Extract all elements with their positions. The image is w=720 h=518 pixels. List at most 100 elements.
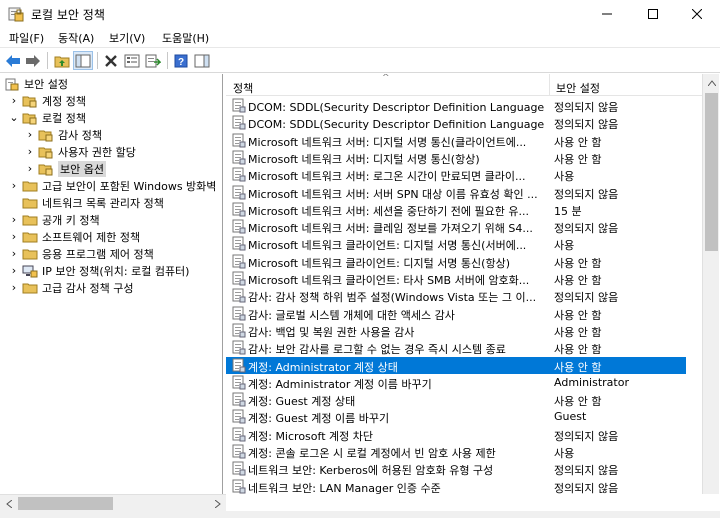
table-row[interactable]: 감사: 감사 정책 하위 범주 설정(Windows Vista 또는 그 이.… [226, 287, 702, 304]
tree-node-security-options[interactable]: › 보안 옵션 [24, 160, 106, 177]
back-button[interactable] [3, 51, 23, 70]
security-setting-cell: 사용 [554, 239, 575, 253]
tree-node-windows-firewall[interactable]: › 고급 보안이 포함된 Windows 방화벽 [8, 177, 217, 194]
security-setting-cell: 사용 안 함 [554, 325, 602, 339]
policy-item-icon [232, 185, 246, 200]
chevron-up-icon [707, 79, 716, 86]
horizontal-scroll-thumb[interactable] [18, 497, 113, 510]
policy-name-cell: Microsoft 네트워크 클라이언트: 디지털 서명 통신(항상) [248, 256, 510, 270]
tree-node-security-settings[interactable]: 보안 설정 [4, 75, 68, 92]
expand-arrow-icon[interactable]: › [8, 94, 20, 107]
menu-help[interactable]: 도움말(H) [162, 30, 209, 46]
policy-item-icon [232, 323, 246, 338]
tree-node-software-restriction[interactable]: › 소프트웨어 제한 정책 [8, 228, 140, 245]
security-setting-cell: 사용 안 함 [554, 395, 602, 409]
table-row[interactable]: Microsoft 네트워크 클라이언트: 타사 SMB 서버에 암호화... 사… [226, 270, 702, 287]
policy-item-icon [232, 150, 246, 165]
policy-name-cell: Microsoft 네트워크 클라이언트: 타사 SMB 서버에 암호화... [248, 274, 530, 287]
table-row[interactable]: Microsoft 네트워크 서버: 로그온 시간이 만료되면 클라이... 사용 [226, 166, 702, 183]
scroll-up-button[interactable] [703, 74, 720, 91]
expand-arrow-icon[interactable]: › [8, 281, 20, 294]
expand-arrow-icon[interactable]: › [8, 247, 20, 260]
policy-item-icon [232, 461, 246, 476]
expand-arrow-icon[interactable]: › [8, 264, 20, 277]
delete-button[interactable] [101, 51, 121, 70]
column-header-setting[interactable]: 보안 설정 [556, 80, 600, 96]
table-row[interactable]: Microsoft 네트워크 서버: 클레임 정보를 가져오기 위해 S4...… [226, 218, 702, 235]
table-row[interactable]: Microsoft 네트워크 서버: 서버 SPN 대상 이름 유효성 확인 .… [226, 184, 702, 201]
expand-arrow-icon[interactable]: › [8, 213, 20, 226]
column-header-policy[interactable]: 정책 [233, 80, 253, 96]
show-action-pane-button[interactable] [192, 51, 212, 70]
delete-x-icon [105, 54, 117, 67]
collapse-arrow-icon[interactable]: ⌄ [8, 111, 20, 124]
maximize-button[interactable] [630, 0, 676, 27]
menu-file[interactable]: 파일(F) [9, 30, 44, 46]
table-row[interactable]: 계정: Microsoft 계정 차단 정의되지 않음 [226, 426, 702, 443]
menu-action[interactable]: 동작(A) [58, 30, 94, 46]
expand-arrow-icon[interactable]: › [24, 145, 36, 158]
expand-arrow-icon[interactable]: › [8, 179, 20, 192]
policy-item-icon [232, 340, 246, 355]
table-row[interactable]: 계정: Administrator 계정 이름 바꾸기 Administrator [226, 374, 702, 391]
table-row[interactable]: 계정: Guest 계정 상태 사용 안 함 [226, 391, 702, 408]
policy-name-cell: 계정: Guest 계정 이름 바꾸기 [248, 412, 390, 426]
expand-arrow-icon[interactable]: › [24, 128, 36, 141]
tree-node-ip-security[interactable]: › IP 보안 정책(위치: 로컬 컴퓨터) [8, 262, 190, 279]
table-row[interactable]: 감사: 보안 감사를 로그할 수 없는 경우 즉시 시스템 종료 사용 안 함 [226, 339, 702, 356]
tree-node-app-control[interactable]: › 응용 프로그램 제어 정책 [8, 245, 154, 262]
close-icon [692, 8, 702, 19]
table-row[interactable]: Microsoft 네트워크 클라이언트: 디지털 서명 통신(항상) 사용 안 … [226, 253, 702, 270]
table-row[interactable]: 계정: Guest 계정 이름 바꾸기 Guest [226, 408, 702, 425]
tree-node-user-rights[interactable]: › 사용자 권한 할당 [24, 143, 136, 160]
policy-item-icon [232, 219, 246, 234]
tree-node-account-policies[interactable]: › 계정 정책 [8, 92, 86, 109]
security-setting-cell: 정의되지 않음 [554, 481, 619, 494]
scroll-right-button[interactable] [209, 495, 226, 512]
table-row[interactable]: 계정: 콘솔 로그온 시 로컬 계정에서 빈 암호 사용 제한 사용 [226, 443, 702, 460]
show-console-tree-button[interactable] [73, 51, 93, 70]
folder-icon [22, 280, 38, 296]
table-row[interactable]: Microsoft 네트워크 서버: 디지털 서명 통신(항상) 사용 안 함 [226, 149, 702, 166]
tree-node-advanced-audit[interactable]: › 고급 감사 정책 구성 [8, 279, 134, 296]
table-row[interactable]: Microsoft 네트워크 서버: 디지털 서명 통신(클라이언트에... 사용… [226, 132, 702, 149]
table-row[interactable]: 계정: Administrator 계정 상태 사용 안 함 [226, 356, 686, 374]
export-list-button[interactable] [143, 51, 163, 70]
security-setting-cell: 사용 안 함 [554, 256, 602, 270]
tree-horizontal-scrollbar[interactable] [0, 494, 226, 511]
security-setting-cell: 사용 안 함 [554, 274, 602, 287]
tree-node-network-list[interactable]: 네트워크 목록 관리자 정책 [22, 194, 164, 211]
expand-arrow-icon[interactable]: › [24, 162, 36, 175]
column-divider[interactable] [549, 74, 550, 96]
table-row[interactable]: 감사: 글로벌 시스템 개체에 대한 액세스 감사 사용 안 함 [226, 305, 702, 322]
help-button[interactable]: ? [171, 51, 191, 70]
table-row[interactable]: 감사: 백업 및 복원 권한 사용을 감사 사용 안 함 [226, 322, 702, 339]
forward-button[interactable] [23, 51, 43, 70]
vertical-scrollbar[interactable] [702, 74, 719, 494]
tree-node-public-key[interactable]: › 공개 키 정책 [8, 211, 100, 228]
vertical-scroll-thumb[interactable] [705, 93, 718, 251]
table-row[interactable]: 네트워크 보안: LAN Manager 인증 수준 정의되지 않음 [226, 478, 702, 494]
scroll-left-button[interactable] [0, 495, 17, 512]
tree-node-local-policies[interactable]: ⌄ 로컬 정책 [8, 109, 86, 126]
minimize-button[interactable] [584, 0, 630, 27]
folder-lock-icon [22, 110, 38, 126]
table-row[interactable]: DCOM: SDDL(Security Descriptor Definitio… [226, 114, 702, 131]
properties-button[interactable] [122, 51, 142, 70]
table-row[interactable]: Microsoft 네트워크 서버: 세션을 중단하기 전에 필요한 유... 1… [226, 201, 702, 218]
close-button[interactable] [674, 0, 720, 27]
expand-arrow-icon[interactable]: › [8, 230, 20, 243]
table-row[interactable]: 네트워크 보안: Kerberos에 허용된 암호화 유형 구성 정의되지 않음 [226, 460, 702, 477]
table-row[interactable]: Microsoft 네트워크 클라이언트: 디지털 서명 통신(서버에... 사용 [226, 235, 702, 252]
tree-node-label: IP 보안 정책(위치: 로컬 컴퓨터) [42, 264, 190, 278]
up-one-level-button[interactable] [52, 51, 72, 70]
folder-icon [22, 178, 38, 194]
menu-view[interactable]: 보기(V) [109, 30, 145, 46]
policy-item-icon [232, 236, 246, 251]
tree-node-label: 보안 옵션 [58, 160, 106, 177]
table-row[interactable]: DCOM: SDDL(Security Descriptor Definitio… [226, 97, 702, 114]
security-setting-cell: 정의되지 않음 [554, 429, 619, 443]
security-setting-cell: 15 분 [554, 204, 582, 218]
tree-node-label: 고급 감사 정책 구성 [42, 281, 134, 295]
tree-node-audit-policy[interactable]: › 감사 정책 [24, 126, 102, 143]
